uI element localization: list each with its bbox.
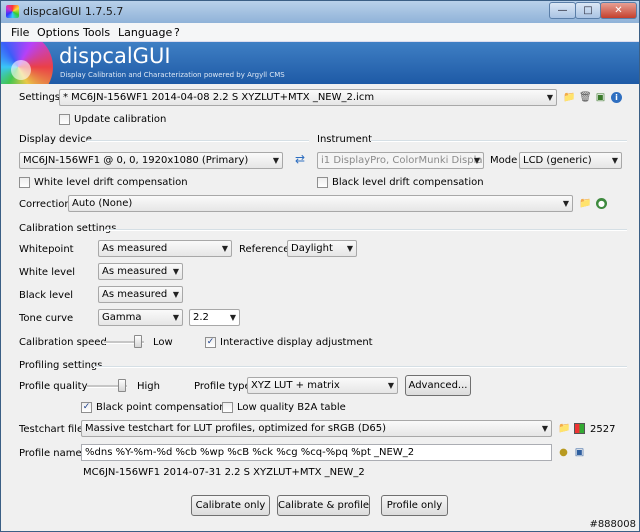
chevron-down-icon: ▼ bbox=[272, 156, 279, 165]
profile-name-preview: MC6JN-156WF1 2014-07-31 2.2 S XYZLUT+MTX… bbox=[83, 467, 365, 478]
chevron-down-icon: ▼ bbox=[172, 267, 179, 276]
profile-quality-thumb[interactable] bbox=[118, 379, 126, 392]
menu-language[interactable]: Language bbox=[118, 26, 172, 39]
brand-subtitle: Display Calibration and Characterization… bbox=[60, 71, 285, 79]
info-icon[interactable]: i bbox=[611, 92, 622, 103]
header-banner: dispcalGUI Display Calibration and Chara… bbox=[1, 42, 639, 84]
update-calibration-checkbox[interactable] bbox=[59, 114, 70, 125]
menu-bar: File Options Tools Language ? bbox=[1, 23, 639, 42]
display-device-select[interactable]: MC6JN-156WF1 @ 0, 0, 1920x1080 (Primary)… bbox=[19, 152, 283, 169]
tone-curve-select[interactable]: Gamma ▼ bbox=[98, 309, 183, 326]
settings-label: Settings bbox=[19, 92, 61, 103]
instrument-heading: Instrument bbox=[317, 134, 376, 145]
chevron-down-icon: ▼ bbox=[541, 424, 548, 433]
globe-icon[interactable]: ● bbox=[596, 198, 607, 209]
chevron-down-icon: ▼ bbox=[229, 313, 236, 322]
close-button[interactable]: ✕ bbox=[600, 2, 637, 19]
reference-select[interactable]: Daylight ▼ bbox=[287, 240, 357, 257]
white-level-label: White level bbox=[19, 267, 76, 278]
patch-count: 2527 bbox=[590, 424, 616, 435]
app-window: dispcalGUI 1.7.5.7 — □ ✕ File Options To… bbox=[0, 0, 640, 532]
chevron-down-icon: ▼ bbox=[611, 156, 618, 165]
mode-select[interactable]: LCD (generic) ▼ bbox=[519, 152, 622, 169]
black-point-compensation-checkbox[interactable]: ✓ bbox=[81, 402, 92, 413]
mode-label: Mode bbox=[490, 155, 518, 166]
white-level-select[interactable]: As measured ▼ bbox=[98, 263, 183, 280]
brand-title: dispcalGUI bbox=[59, 44, 171, 68]
chevron-down-icon: ▼ bbox=[172, 313, 179, 322]
testchart-label: Testchart file bbox=[19, 424, 84, 435]
trash-icon[interactable]: 🗑 bbox=[579, 92, 592, 103]
lightbulb-icon[interactable]: ● bbox=[558, 447, 569, 458]
white-drift-checkbox[interactable] bbox=[19, 177, 30, 188]
settings-select[interactable]: * MC6JN-156WF1 2014-04-08 2.2 S XYZLUT+M… bbox=[59, 89, 557, 106]
swap-arrows-icon[interactable]: ⇄ bbox=[290, 153, 310, 165]
calibration-speed-thumb[interactable] bbox=[134, 335, 142, 348]
calibrate-and-profile-button[interactable]: Calibrate & profile bbox=[277, 495, 370, 516]
chevron-down-icon: ▼ bbox=[221, 244, 228, 253]
profile-only-button[interactable]: Profile only bbox=[381, 495, 448, 516]
folder-icon[interactable]: 📁 bbox=[579, 198, 591, 209]
testchart-select[interactable]: Massive testchart for LUT profiles, opti… bbox=[81, 420, 552, 437]
watermark-text: #888008 bbox=[589, 519, 636, 530]
window-title: dispcalGUI 1.7.5.7 bbox=[23, 5, 124, 18]
menu-help[interactable]: ? bbox=[174, 26, 180, 39]
tone-curve-label: Tone curve bbox=[19, 313, 74, 324]
display-device-heading: Display device bbox=[19, 134, 95, 145]
maximize-button[interactable]: □ bbox=[575, 2, 601, 19]
correction-label: Correction bbox=[19, 199, 71, 210]
save-icon[interactable]: ▣ bbox=[574, 447, 585, 458]
gamma-value-select[interactable]: 2.2 ▼ bbox=[189, 309, 240, 326]
profiling-settings-heading: Profiling settings bbox=[19, 360, 106, 371]
chevron-down-icon: ▼ bbox=[546, 93, 553, 102]
black-point-compensation-label: Black point compensation bbox=[96, 402, 226, 413]
profile-quality-label: Profile quality bbox=[19, 381, 88, 392]
chevron-down-icon: ▼ bbox=[172, 290, 179, 299]
folder-icon[interactable]: 📁 bbox=[558, 423, 570, 434]
folder-icon[interactable]: 📁 bbox=[563, 92, 575, 103]
minimize-button[interactable]: — bbox=[549, 2, 576, 19]
black-level-label: Black level bbox=[19, 290, 74, 301]
menu-options[interactable]: Options bbox=[37, 26, 79, 39]
black-drift-label: Black level drift compensation bbox=[332, 177, 484, 188]
reference-label: Reference bbox=[239, 244, 290, 255]
low-quality-b2a-label: Low quality B2A table bbox=[237, 402, 346, 413]
chevron-down-icon: ▼ bbox=[473, 156, 480, 165]
calibration-speed-value: Low bbox=[153, 337, 173, 348]
advanced-button[interactable]: Advanced... bbox=[405, 375, 471, 396]
whitepoint-label: Whitepoint bbox=[19, 244, 74, 255]
white-drift-label: White level drift compensation bbox=[34, 177, 188, 188]
title-bar: dispcalGUI 1.7.5.7 — □ ✕ bbox=[1, 1, 639, 23]
testchart-editor-icon[interactable] bbox=[574, 423, 585, 434]
profile-type-select[interactable]: XYZ LUT + matrix ▼ bbox=[247, 377, 398, 394]
low-quality-b2a-checkbox[interactable] bbox=[222, 402, 233, 413]
chevron-down-icon: ▼ bbox=[562, 199, 569, 208]
instrument-select[interactable]: i1 DisplayPro, ColorMunki Display ▼ bbox=[317, 152, 484, 169]
profile-name-input[interactable]: %dns %Y-%m-%d %cb %wp %cB %ck %cg %cq-%p… bbox=[81, 444, 552, 461]
black-drift-checkbox[interactable] bbox=[317, 177, 328, 188]
profile-quality-value: High bbox=[137, 381, 160, 392]
profile-type-label: Profile type bbox=[194, 381, 251, 392]
calibration-speed-label: Calibration speed bbox=[19, 337, 107, 348]
black-level-select[interactable]: As measured ▼ bbox=[98, 286, 183, 303]
chevron-down-icon: ▼ bbox=[387, 381, 394, 390]
interactive-adjustment-checkbox[interactable]: ✓ bbox=[205, 337, 216, 348]
whitepoint-select[interactable]: As measured ▼ bbox=[98, 240, 232, 257]
menu-tools[interactable]: Tools bbox=[83, 26, 110, 39]
calibrate-only-button[interactable]: Calibrate only bbox=[191, 495, 270, 516]
app-icon bbox=[6, 5, 19, 18]
install-profile-icon[interactable]: ▣ bbox=[595, 92, 606, 103]
menu-file[interactable]: File bbox=[11, 26, 29, 39]
profile-name-label: Profile name bbox=[19, 448, 82, 459]
interactive-adjustment-label: Interactive display adjustment bbox=[220, 337, 373, 348]
correction-select[interactable]: Auto (None) ▼ bbox=[68, 195, 573, 212]
update-calibration-label: Update calibration bbox=[74, 114, 167, 125]
chevron-down-icon: ▼ bbox=[346, 244, 353, 253]
